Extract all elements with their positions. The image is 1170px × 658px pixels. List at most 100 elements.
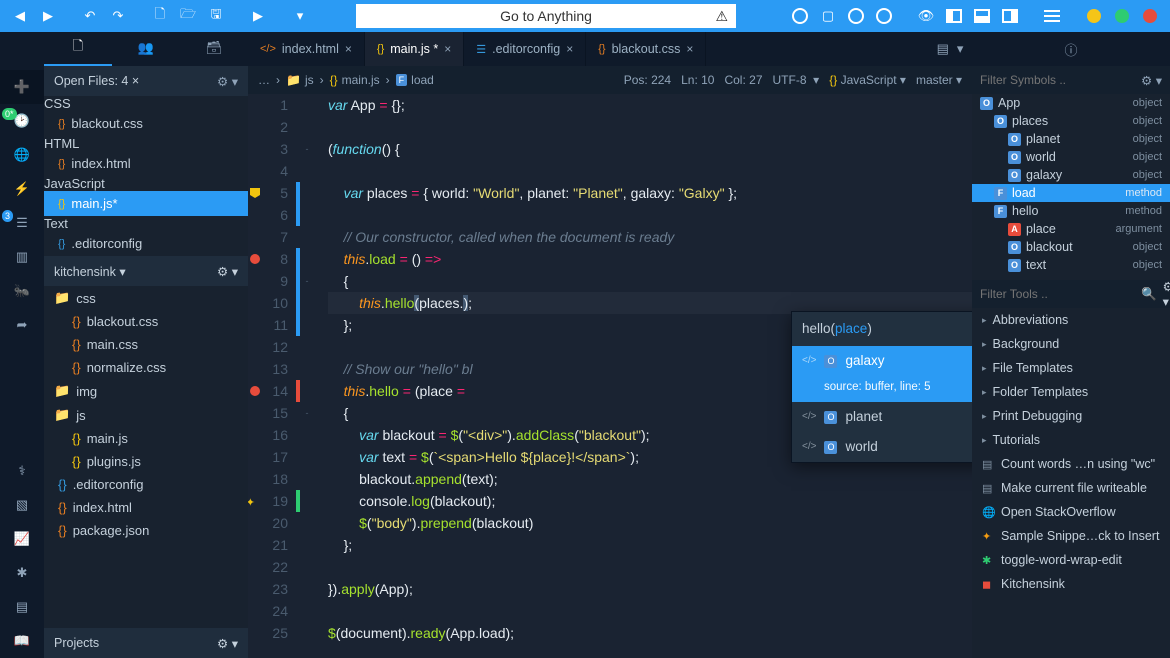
tool-category[interactable]: ▸Print Debugging xyxy=(972,404,1170,428)
symbol-item[interactable]: Oplanetobject xyxy=(972,130,1170,148)
share-icon[interactable]: ➦ xyxy=(0,308,44,342)
bp-marker[interactable] xyxy=(250,386,260,396)
tree-file-item[interactable]: {}main.js xyxy=(44,427,248,450)
fold-toggle[interactable]: - xyxy=(300,402,314,424)
projects-header[interactable]: Projects ⚙ ▾ xyxy=(44,628,248,658)
tree-file-item[interactable]: {}main.css xyxy=(44,333,248,356)
line-number[interactable]: 23 xyxy=(248,578,288,600)
line-number[interactable]: 14 xyxy=(248,380,288,402)
back-button[interactable]: ◀ xyxy=(8,4,32,28)
code-line[interactable]: $("body").prepend(blackout) xyxy=(328,512,972,534)
line-number[interactable]: 6 xyxy=(248,204,288,226)
code-editor[interactable]: 12345678910111213141516171819✦2021222324… xyxy=(248,94,972,658)
sidebar-tab-collab[interactable]: 👥 xyxy=(112,32,180,66)
bm-marker[interactable] xyxy=(250,188,260,198)
dropdown-button[interactable]: ▾ xyxy=(288,4,312,28)
right-panel-toggle[interactable]: ⓘ xyxy=(972,32,1170,66)
line-number[interactable]: 20 xyxy=(248,512,288,534)
tool-item[interactable]: ▤Count words …n using "wc" xyxy=(972,452,1170,476)
terminal-icon[interactable]: ▧ xyxy=(0,488,44,522)
code-line[interactable]: // Our constructor, called when the docu… xyxy=(328,226,972,248)
breadcrumb-folder[interactable]: 📁 js xyxy=(286,73,314,87)
line-number[interactable]: 7 xyxy=(248,226,288,248)
maximize-window-button[interactable] xyxy=(1110,4,1134,28)
list-icon[interactable]: ▤ xyxy=(0,590,44,624)
vcs-branch[interactable]: master ▾ xyxy=(916,73,962,87)
eye-icon[interactable]: 👁 xyxy=(914,4,938,28)
tab-index-html[interactable]: </>index.html× xyxy=(248,32,365,66)
line-number[interactable]: 12 xyxy=(248,336,288,358)
symbol-item[interactable]: Oblackoutobject xyxy=(972,238,1170,256)
breadcrumb-symbol[interactable]: F load xyxy=(396,73,434,87)
line-number[interactable]: 13 xyxy=(248,358,288,380)
tool-item[interactable]: ◼Kitchensink xyxy=(972,572,1170,596)
goto-anything-input[interactable]: Go to Anything ⚠ xyxy=(356,4,736,28)
star-marker[interactable]: ✦ xyxy=(248,492,255,502)
encoding-selector[interactable]: UTF-8 ▾ xyxy=(773,73,820,87)
code-line[interactable]: var places = { world: "World", planet: "… xyxy=(328,182,972,204)
open-file-item[interactable]: {}main.js* xyxy=(44,191,248,216)
line-number[interactable]: 24 xyxy=(248,600,288,622)
panel-left-button[interactable] xyxy=(942,4,966,28)
line-number[interactable]: 21 xyxy=(248,534,288,556)
close-icon[interactable]: × xyxy=(566,42,573,56)
autocomplete-item[interactable]: </>Oplanetobject xyxy=(792,402,972,432)
save-button[interactable]: 🖫 xyxy=(204,4,228,28)
code-line[interactable] xyxy=(328,116,972,138)
close-icon[interactable]: × xyxy=(345,42,352,56)
tool-item[interactable]: 🌐Open StackOverflow xyxy=(972,500,1170,524)
tab--editorconfig[interactable]: ☰.editorconfig× xyxy=(464,32,586,66)
code-line[interactable]: }).apply(App); xyxy=(328,578,972,600)
tool-category[interactable]: ▸Abbreviations xyxy=(972,308,1170,332)
code-line[interactable] xyxy=(328,160,972,182)
symbol-item[interactable]: OAppobject xyxy=(972,94,1170,112)
code-line[interactable]: this.load = () => xyxy=(328,248,972,270)
minimize-window-button[interactable] xyxy=(1082,4,1106,28)
line-number[interactable]: 4 xyxy=(248,160,288,182)
tool-category[interactable]: ▸File Templates xyxy=(972,356,1170,380)
line-number[interactable]: 25 xyxy=(248,622,288,644)
line-number[interactable]: 15 xyxy=(248,402,288,424)
run-button[interactable]: ▶ xyxy=(246,4,270,28)
breadcrumb-file[interactable]: {} main.js xyxy=(330,73,380,87)
line-number[interactable]: 3 xyxy=(248,138,288,160)
fold-toggle[interactable]: - xyxy=(300,270,314,292)
tree-file-item[interactable]: {}plugins.js xyxy=(44,450,248,473)
close-icon[interactable]: × xyxy=(444,42,451,56)
line-number[interactable]: 8 xyxy=(248,248,288,270)
new-file-button[interactable]: 🗋 xyxy=(148,4,172,28)
open-file-item[interactable]: {}index.html xyxy=(44,151,248,176)
globe-icon[interactable]: 🌐 xyxy=(0,138,44,172)
close-icon[interactable]: × xyxy=(686,42,693,56)
tool-item[interactable]: ▤Make current file writeable xyxy=(972,476,1170,500)
flask-icon[interactable]: ⚕ xyxy=(0,454,44,488)
line-number[interactable]: 2 xyxy=(248,116,288,138)
search-icon[interactable]: 🔍 xyxy=(1141,287,1157,302)
flash-icon[interactable]: ⚡ xyxy=(0,172,44,206)
sidebar-tab-files[interactable]: 🗋 xyxy=(44,32,112,66)
code-line[interactable] xyxy=(328,204,972,226)
projects-settings-icon[interactable]: ⚙ ▾ xyxy=(217,636,238,651)
notifications-icon[interactable]: 3☰ xyxy=(0,206,44,240)
tools-settings-icon[interactable]: ⚙ ▾ xyxy=(1163,279,1170,309)
symbol-item[interactable]: Floadmethod xyxy=(972,184,1170,202)
line-number[interactable]: 1 xyxy=(248,94,288,116)
layout-icon[interactable]: ▥ xyxy=(0,240,44,274)
close-all-icon[interactable]: × xyxy=(132,74,139,88)
line-number[interactable]: 19✦ xyxy=(248,490,288,512)
code-line[interactable]: }; xyxy=(328,534,972,556)
menu-button[interactable] xyxy=(1040,4,1064,28)
symbol-item[interactable]: Oworldobject xyxy=(972,148,1170,166)
folder-item[interactable]: 📁img xyxy=(44,379,248,403)
code-line[interactable]: blackout.append(text); xyxy=(328,468,972,490)
folder-item[interactable]: 📁css xyxy=(44,286,248,310)
line-number[interactable]: 10 xyxy=(248,292,288,314)
tools-filter-input[interactable] xyxy=(980,287,1135,301)
record-macro-button[interactable] xyxy=(788,4,812,28)
open-files-settings-icon[interactable]: ⚙ ▾ xyxy=(217,74,238,89)
tool-item[interactable]: ✱toggle-word-wrap-edit xyxy=(972,548,1170,572)
close-window-button[interactable] xyxy=(1138,4,1162,28)
play-macro-button[interactable] xyxy=(844,4,868,28)
symbol-item[interactable]: Fhellomethod xyxy=(972,202,1170,220)
line-number[interactable]: 9 xyxy=(248,270,288,292)
